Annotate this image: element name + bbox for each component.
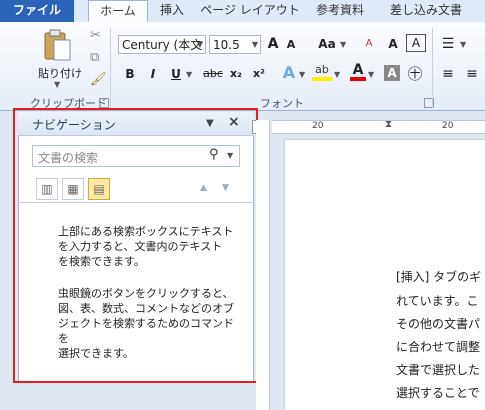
align-center-icon[interactable]: ≡	[462, 64, 482, 84]
tab-page-layout[interactable]: ページ レイアウト	[200, 0, 300, 22]
shrink-font-button[interactable]: A	[284, 35, 298, 55]
tab-file[interactable]: ファイル	[0, 0, 74, 22]
change-case-button[interactable]: Aa	[316, 34, 338, 54]
tab-references[interactable]: 参考資料	[308, 0, 372, 22]
enclosed-character-icon[interactable]: ㊉	[406, 64, 424, 84]
clipboard-launcher-icon[interactable]	[99, 98, 109, 108]
subscript-button[interactable]: x₂	[227, 64, 245, 84]
ruler-tick-label: 20	[312, 121, 324, 131]
chevron-down-icon[interactable]: ▼	[186, 70, 192, 79]
document-line[interactable]: 文書で選択した	[396, 361, 480, 378]
font-name-value: Century (本文	[122, 38, 203, 52]
strikethrough-button[interactable]: abc	[201, 64, 225, 84]
document-line[interactable]: その他の文書パ	[396, 315, 480, 332]
grow-font-button[interactable]: A	[265, 34, 281, 54]
group-divider	[110, 28, 111, 108]
cut-icon[interactable]: ✂	[90, 28, 101, 43]
align-left-icon[interactable]: ≡	[438, 64, 458, 84]
ribbon-tab-bar: ファイル ホーム 挿入 ページ レイアウト 参考資料 差し込み文書	[0, 0, 485, 23]
font-name-combo[interactable]: Century (本文 ▼	[118, 35, 206, 54]
highlight-icon[interactable]: ab	[312, 63, 332, 81]
bold-button[interactable]: B	[122, 64, 138, 84]
document-line[interactable]: れています。こ	[396, 292, 478, 309]
superscript-button[interactable]: x²	[250, 64, 268, 84]
ruler-tick-label: 20	[442, 121, 454, 131]
chevron-down-icon[interactable]: ▼	[368, 70, 374, 79]
vertical-ruler[interactable]	[256, 120, 270, 410]
font-color-icon[interactable]: A	[350, 63, 366, 81]
font-size-combo[interactable]: 10.5 ▼	[209, 35, 261, 54]
indent-marker-icon[interactable]: ⧗	[385, 119, 392, 130]
chevron-down-icon[interactable]: ▼	[460, 40, 466, 49]
enclose-characters-button[interactable]: A	[406, 34, 426, 52]
paste-dropdown-icon[interactable]: ▼	[54, 80, 60, 89]
paste-button[interactable]	[40, 28, 78, 62]
character-shading-icon[interactable]: A	[384, 65, 400, 81]
chevron-down-icon[interactable]: ▼	[252, 36, 258, 54]
chevron-down-icon[interactable]: ▼	[340, 40, 346, 49]
ribbon: 貼り付け ▼ ✂ ⧉ 🖌 クリップボード Century (本文 ▼ 10.5 …	[0, 22, 485, 111]
clear-format-button[interactable]: A	[360, 34, 378, 54]
document-line[interactable]: 選択することで	[396, 384, 480, 401]
tab-insert[interactable]: 挿入	[152, 0, 192, 22]
copy-icon[interactable]: ⧉	[90, 50, 99, 65]
font-size-value: 10.5	[213, 38, 240, 52]
underline-button[interactable]: U	[168, 64, 184, 84]
tab-mailings[interactable]: 差し込み文書	[384, 0, 468, 22]
italic-button[interactable]: I	[145, 64, 161, 84]
chevron-down-icon[interactable]: ▼	[197, 36, 203, 54]
document-line[interactable]: [挿入] タブのギ	[396, 268, 481, 285]
horizontal-ruler[interactable]: 20 ⧗ 20	[272, 119, 485, 134]
phonetic-guide-button[interactable]: A	[384, 34, 402, 54]
chevron-down-icon[interactable]: ▼	[299, 70, 305, 79]
chevron-down-icon[interactable]: ▼	[334, 70, 340, 79]
tab-home[interactable]: ホーム	[88, 0, 148, 23]
text-effects-icon[interactable]: A	[280, 63, 298, 83]
bullets-icon[interactable]: ☰	[438, 34, 458, 54]
group-divider	[432, 28, 433, 108]
format-painter-icon[interactable]: 🖌	[90, 72, 107, 87]
font-group-label: フォント	[260, 97, 304, 110]
highlight-box	[13, 108, 258, 383]
document-line[interactable]: に合わせて調整	[396, 338, 480, 355]
clipboard-icon	[44, 29, 71, 61]
